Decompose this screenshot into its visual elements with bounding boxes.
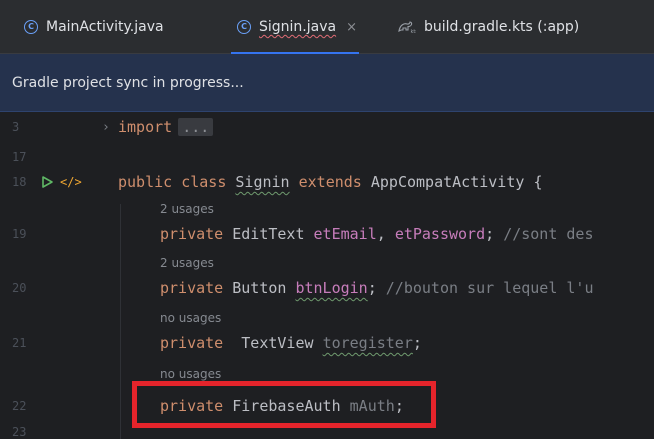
tab-signin[interactable]: C Signin.java ×	[231, 0, 359, 55]
line-number: 21	[12, 336, 27, 350]
usages-hint[interactable]: 2 usages	[160, 253, 214, 273]
class-declaration: public class Signin extends AppCompatAct…	[118, 173, 543, 191]
tab-label: Signin.java	[259, 19, 337, 35]
editor-tab-bar: C MainActivity.java C Signin.java × kts …	[0, 0, 654, 55]
line-number: 3	[12, 120, 20, 134]
line-number: 18	[12, 175, 27, 189]
usages-hint[interactable]: no usages	[160, 308, 221, 328]
sync-status-text: Gradle project sync in progress...	[12, 74, 244, 91]
code-line: 18 </> public class Signin extends AppCo…	[0, 167, 654, 197]
tab-label: MainActivity.java	[46, 19, 164, 35]
field-declaration: private EditText etEmail, etPassword; //…	[160, 225, 594, 243]
tab-mainactivity[interactable]: C MainActivity.java	[24, 0, 164, 54]
gradle-sync-banner: Gradle project sync in progress...	[0, 54, 654, 112]
tab-label: build.gradle.kts (:app)	[424, 19, 580, 35]
annotation-highlight-box	[132, 381, 436, 428]
usages-hint[interactable]: 2 usages	[160, 199, 214, 219]
close-icon[interactable]: ×	[346, 20, 357, 35]
code-editor[interactable]: 3 › import... 17 18 </> public class Sig…	[0, 112, 654, 439]
field-declaration: private TextView toregister;	[160, 334, 422, 352]
run-icon[interactable]	[40, 175, 54, 189]
java-class-icon: C	[24, 20, 38, 34]
layout-tag-icon[interactable]: </>	[60, 175, 82, 189]
line-number: 17	[12, 150, 27, 164]
code-line: 19 private EditText etEmail, etPassword;…	[0, 219, 654, 249]
svg-text:kts: kts	[411, 29, 417, 34]
line-number: 23	[12, 425, 27, 439]
line-number: 19	[12, 227, 27, 241]
field-declaration: private Button btnLogin; //bouton sur le…	[160, 279, 594, 297]
fold-chevron-icon[interactable]: ›	[102, 120, 110, 135]
code-line: 20 private Button btnLogin; //bouton sur…	[0, 273, 654, 303]
line-number: 22	[12, 399, 27, 413]
tab-build-gradle[interactable]: kts build.gradle.kts (:app)	[398, 0, 579, 54]
java-class-icon: C	[237, 20, 251, 34]
code-line: 21 private TextView toregister;	[0, 328, 654, 358]
code-line: 3 › import...	[0, 112, 654, 142]
import-statement: import...	[118, 118, 214, 136]
gradle-kts-icon: kts	[398, 21, 417, 34]
line-number: 20	[12, 281, 27, 295]
folded-imports[interactable]: ...	[178, 118, 214, 136]
